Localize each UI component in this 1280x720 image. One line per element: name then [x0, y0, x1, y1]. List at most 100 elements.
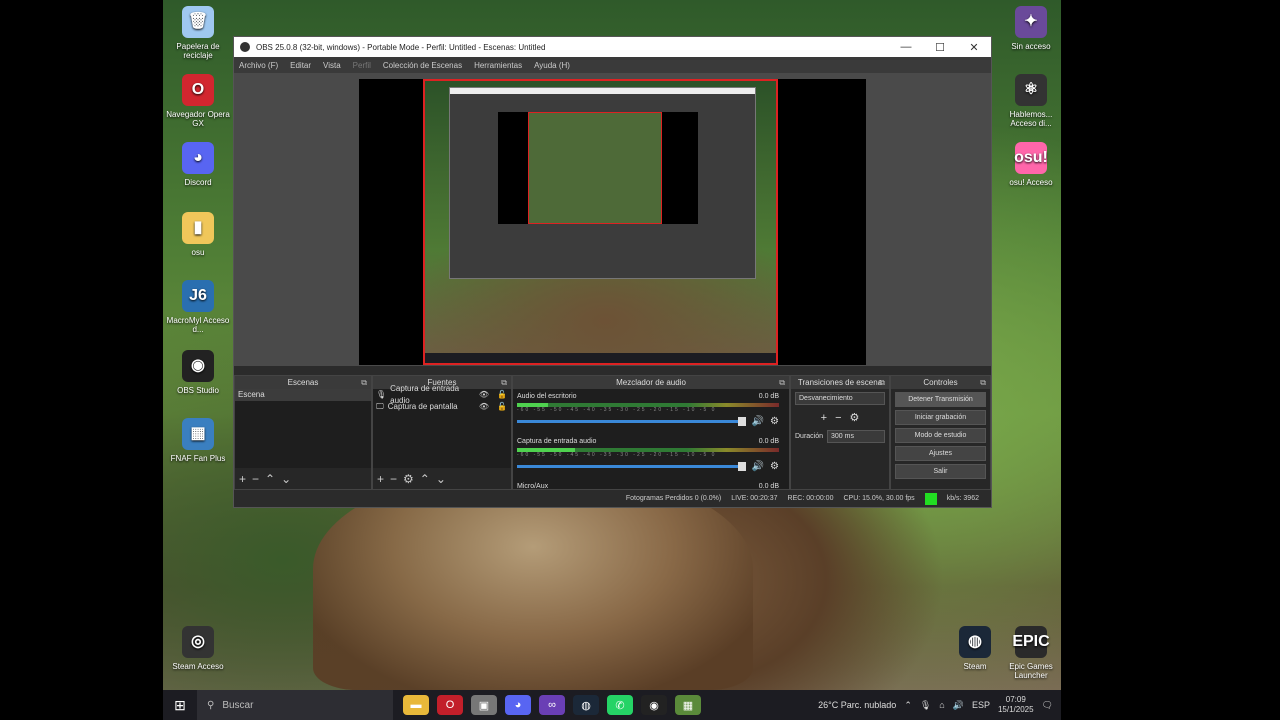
- display-capture-source[interactable]: [423, 79, 778, 365]
- channel-settings-icon[interactable]: ⚙: [770, 461, 779, 472]
- speaker-icon[interactable]: 🔊: [752, 416, 764, 427]
- menu-edit[interactable]: Editar: [290, 61, 311, 70]
- lock-icon[interactable]: 🔓: [497, 401, 507, 413]
- scenes-popout-icon[interactable]: ⧉: [361, 376, 367, 389]
- notification-icon[interactable]: 🗨: [1042, 700, 1053, 711]
- desktop-icon-left-1[interactable]: O Navegador Opera GX: [165, 74, 231, 128]
- chevron-up-icon[interactable]: ⌃: [904, 700, 912, 711]
- menu-view[interactable]: Vista: [323, 61, 341, 70]
- osu-icon: osu!: [1014, 142, 1048, 174]
- minimize-button[interactable]: —: [889, 41, 923, 54]
- menu-profile[interactable]: Perfil: [353, 61, 371, 70]
- cpu-usage: CPU: 15.0%, 30.00 fps: [843, 495, 915, 502]
- move-up-icon[interactable]: ⌃: [265, 472, 275, 486]
- transition-select[interactable]: Desvanecimiento: [795, 392, 885, 405]
- move-down-icon[interactable]: ⌄: [281, 472, 291, 486]
- minecraft-icon[interactable]: ▦: [675, 695, 701, 715]
- microphone-tray-icon[interactable]: 🎙: [920, 700, 931, 711]
- desktop-icon-left-5[interactable]: ◉ OBS Studio: [165, 350, 231, 395]
- steam-icon: ◍: [959, 626, 991, 658]
- language-indicator[interactable]: ESP: [972, 700, 990, 710]
- duration-input[interactable]: 300 ms: [827, 430, 885, 443]
- network-icon[interactable]: ⌂: [939, 700, 944, 710]
- desktop-icon-right-1[interactable]: ⚛ Hablemos... Acceso di...: [998, 74, 1064, 128]
- obs-taskbar-icon[interactable]: ◉: [641, 695, 667, 715]
- channel-settings-icon[interactable]: ⚙: [770, 416, 779, 427]
- stream-health-indicator: [924, 492, 937, 505]
- remove-source-icon[interactable]: −: [390, 472, 397, 486]
- status-bar: Fotogramas Perdidos 0 (0.0%) LIVE: 00:20…: [234, 489, 991, 507]
- volume-slider[interactable]: [517, 462, 746, 471]
- macro-app-icon: J6: [182, 280, 214, 312]
- speaker-icon[interactable]: 🔊: [752, 461, 764, 472]
- transitions-title: Transiciones de escena: [797, 378, 883, 387]
- maximize-button[interactable]: ☐: [923, 41, 957, 54]
- steam-taskbar-icon[interactable]: ◍: [573, 695, 599, 715]
- exit-button[interactable]: Salir: [895, 464, 986, 479]
- start-recording-button[interactable]: Iniciar grabación: [895, 410, 986, 425]
- taskbar-search[interactable]: ⚲ Buscar: [197, 690, 393, 720]
- source-item[interactable]: 🖵 Captura de pantalla 👁 🔓: [373, 401, 511, 413]
- window-title: OBS 25.0.8 (32-bit, windows) - Portable …: [256, 42, 546, 52]
- discord-taskbar-icon[interactable]: ◕: [505, 695, 531, 715]
- menu-help[interactable]: Ayuda (H): [534, 61, 570, 70]
- menu-tools[interactable]: Herramientas: [474, 61, 522, 70]
- volume-slider[interactable]: [517, 417, 746, 426]
- eye-icon[interactable]: 👁: [479, 401, 489, 413]
- preview-area[interactable]: [234, 73, 991, 366]
- visual-studio-icon[interactable]: ∞: [539, 695, 565, 715]
- scene-item[interactable]: Escena: [235, 389, 371, 401]
- add-scene-icon[interactable]: +: [239, 472, 246, 486]
- desktop-icon-label: Epic Games Launcher: [1009, 662, 1053, 681]
- channel-db: 0.0 dB: [758, 438, 779, 445]
- scenes-title: Escenas: [287, 378, 319, 387]
- desktop-icon-left-2[interactable]: ◕ Discord: [165, 142, 231, 187]
- close-button[interactable]: ✕: [957, 41, 991, 54]
- transition-settings-icon[interactable]: ⚙: [850, 411, 860, 424]
- desktop-icon-left-7[interactable]: ◎ Steam Acceso: [165, 626, 231, 671]
- transitions-popout-icon[interactable]: ⧉: [879, 376, 885, 389]
- clock[interactable]: 07:09 15/1/2025: [998, 695, 1034, 714]
- recycle-bin-icon: 🗑: [182, 6, 214, 38]
- desktop-icon-label: MacroMyl Acceso d...: [166, 316, 230, 335]
- desktop-icon-label: Navegador Opera GX: [166, 110, 230, 129]
- controls-popout-icon[interactable]: ⧉: [980, 376, 986, 389]
- desktop-icon-left-0[interactable]: 🗑 Papelera de reciclaje: [165, 6, 231, 60]
- desktop-icon-left-4[interactable]: J6 MacroMyl Acceso d...: [165, 280, 231, 334]
- desktop-icon-left-6[interactable]: ▦ FNAF Fan Plus: [165, 418, 231, 463]
- weather-widget[interactable]: 26°C Parc. nublado: [818, 700, 896, 710]
- opera-taskbar-icon[interactable]: O: [437, 695, 463, 715]
- move-down-icon[interactable]: ⌄: [436, 472, 446, 486]
- mixer-popout-icon[interactable]: ⧉: [779, 376, 785, 389]
- add-source-icon[interactable]: +: [377, 472, 384, 486]
- move-up-icon[interactable]: ⌃: [420, 472, 430, 486]
- settings-button[interactable]: Ajustes: [895, 446, 986, 461]
- sources-list: 🎙 Captura de entrada audio 👁 🔓 🖵 Captura…: [373, 384, 511, 468]
- eye-icon[interactable]: 👁: [479, 389, 489, 401]
- menu-scene-collection[interactable]: Colección de Escenas: [383, 61, 462, 70]
- atom-icon: ⚛: [1015, 74, 1047, 106]
- obs-titlebar[interactable]: OBS 25.0.8 (32-bit, windows) - Portable …: [234, 37, 991, 57]
- studio-mode-button[interactable]: Modo de estudio: [895, 428, 986, 443]
- add-transition-icon[interactable]: +: [821, 412, 827, 424]
- start-button[interactable]: ⊞: [163, 697, 197, 714]
- lock-icon[interactable]: 🔓: [497, 389, 507, 401]
- app-taskbar-icon[interactable]: ▣: [471, 695, 497, 715]
- volume-icon[interactable]: 🔊: [953, 700, 964, 711]
- desktop-icon-right-4[interactable]: EPIC Epic Games Launcher: [998, 626, 1064, 680]
- desktop-icon-label: FNAF Fan Plus: [170, 454, 226, 463]
- whatsapp-icon[interactable]: ✆: [607, 695, 633, 715]
- source-item[interactable]: 🎙 Captura de entrada audio 👁 🔓: [373, 384, 511, 405]
- desktop-icon-label: Discord: [184, 178, 212, 187]
- source-settings-icon[interactable]: ⚙: [403, 472, 414, 486]
- sources-popout-icon[interactable]: ⧉: [501, 376, 507, 389]
- desktop-icon-left-3[interactable]: ▮ osu: [165, 212, 231, 257]
- menu-file[interactable]: Archivo (F): [239, 61, 278, 70]
- stop-streaming-button[interactable]: Detener Transmisión: [895, 392, 986, 407]
- desktop-icon-right-2[interactable]: osu! osu! Acceso: [998, 142, 1064, 187]
- remove-scene-icon[interactable]: −: [252, 472, 259, 486]
- remove-transition-icon[interactable]: −: [835, 412, 841, 424]
- desktop-icon-right-0[interactable]: ✦ Sin acceso: [998, 6, 1064, 51]
- desktop-icon-label: Hablemos... Acceso di...: [1009, 110, 1053, 129]
- file-explorer-icon[interactable]: ▬: [403, 695, 429, 715]
